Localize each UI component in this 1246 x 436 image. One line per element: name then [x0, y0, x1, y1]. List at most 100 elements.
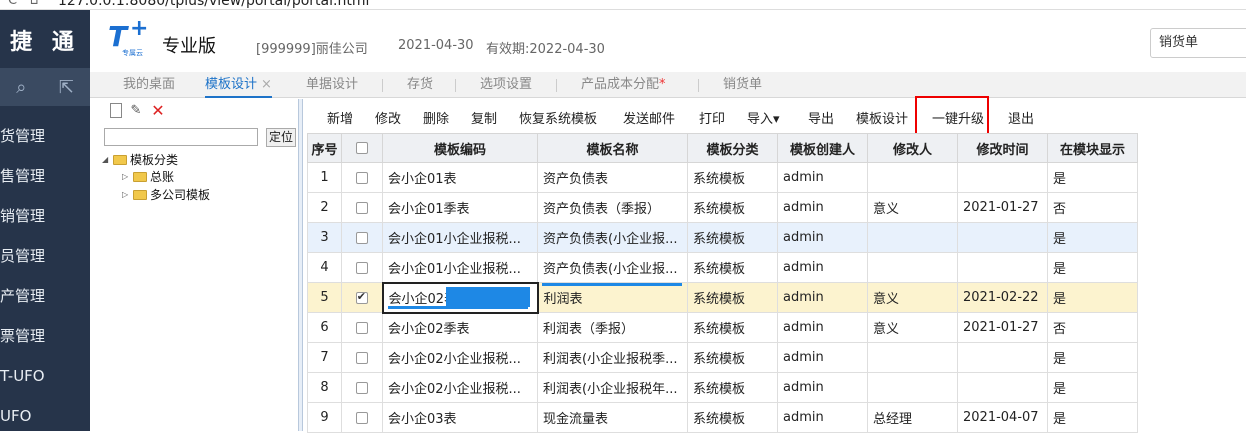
template-name-cell[interactable]: 利润表 [537, 282, 688, 313]
sidebar-item[interactable]: 售管理 [0, 156, 90, 196]
show-in-module-cell[interactable]: 是 [1047, 402, 1138, 433]
send-email-button[interactable]: 发送邮件 [623, 108, 675, 127]
template-name-cell[interactable]: 利润表(小企业报税季... [537, 342, 688, 373]
template-design-button[interactable]: 模板设计 [856, 108, 908, 127]
col-header-show-in-module[interactable]: 在模块显示 [1047, 133, 1138, 163]
template-category-cell[interactable]: 系统模板 [687, 222, 778, 253]
row-checkbox[interactable] [356, 171, 368, 184]
show-in-module-cell[interactable]: 是 [1047, 162, 1138, 193]
template-category-cell[interactable]: 系统模板 [687, 402, 778, 433]
row-checkbox-cell[interactable] [341, 372, 383, 403]
sidebar-item[interactable]: UFO [0, 396, 90, 436]
tab-cost-allocation[interactable]: 产品成本分配* [581, 72, 666, 98]
row-number[interactable]: 2 [307, 192, 342, 223]
template-creator-cell[interactable]: admin [777, 342, 868, 373]
tab-document-design[interactable]: 单据设计 [306, 72, 358, 98]
template-creator-cell[interactable]: admin [777, 402, 868, 433]
print-button[interactable]: 打印 [699, 108, 725, 127]
modified-time-cell[interactable]: 2021-01-27 [957, 312, 1048, 343]
modified-time-cell[interactable] [957, 372, 1048, 403]
template-name-cell[interactable]: 资产负债表（季报） [537, 192, 688, 223]
table-row[interactable]: 2 会小企01季表 资产负债表（季报） 系统模板 admin 意义 2021-01-27 否 [307, 192, 1138, 223]
row-checkbox-cell[interactable] [341, 282, 383, 313]
row-checkbox-cell[interactable] [341, 252, 383, 283]
modifier-cell[interactable]: 总经理 [867, 402, 958, 433]
tab-inventory[interactable]: 存货 [407, 72, 433, 98]
collapse-arrow-icon[interactable]: ▷ [122, 172, 130, 181]
table-row[interactable]: 4 会小企01小企业报税... 资产负债表(小企业报... 系统模板 admin 是 [307, 252, 1138, 283]
template-category-cell[interactable]: 系统模板 [687, 312, 778, 343]
tree-node-root[interactable]: ◢ 模板分类 [102, 151, 178, 168]
template-name-cell[interactable]: 资产负债表(小企业报... [537, 222, 688, 253]
tab-template-design[interactable]: 模板设计 × [205, 72, 272, 98]
modifier-cell[interactable] [867, 252, 958, 283]
modifier-cell[interactable]: 意义 [867, 312, 958, 343]
row-checkbox[interactable] [356, 411, 368, 424]
collapse-arrow-icon[interactable]: ▷ [122, 190, 130, 199]
search-icon[interactable]: ⌕ [16, 77, 26, 98]
table-row[interactable]: 1 会小企01表 资产负债表 系统模板 admin 是 [307, 162, 1138, 193]
show-in-module-cell[interactable]: 否 [1047, 312, 1138, 343]
modifier-cell[interactable] [867, 372, 958, 403]
row-number[interactable]: 6 [307, 312, 342, 343]
row-checkbox[interactable] [356, 261, 368, 274]
row-number[interactable]: 5 [307, 282, 342, 313]
template-code-cell[interactable]: 会小企02小企业报税... [382, 372, 538, 403]
template-category-cell[interactable]: 系统模板 [687, 282, 778, 313]
template-creator-cell[interactable]: admin [777, 192, 868, 223]
row-number[interactable]: 3 [307, 222, 342, 253]
table-row[interactable]: 7 会小企02小企业报税... 利润表(小企业报税季... 系统模板 admin 是 [307, 342, 1138, 373]
address-url[interactable]: 127.0.0.1:8080/tplus/view/portal/portal.… [58, 0, 369, 9]
col-header-no[interactable]: 序号 [307, 133, 342, 163]
show-in-module-cell[interactable]: 是 [1047, 282, 1138, 313]
sidebar-item[interactable]: 票管理 [0, 316, 90, 356]
template-category-cell[interactable]: 系统模板 [687, 372, 778, 403]
row-checkbox[interactable] [356, 351, 368, 364]
row-checkbox[interactable] [356, 381, 368, 394]
row-number[interactable]: 8 [307, 372, 342, 403]
col-header-select[interactable] [341, 133, 383, 163]
show-in-module-cell[interactable]: 否 [1047, 192, 1138, 223]
row-checkbox-cell[interactable] [341, 222, 383, 253]
table-row[interactable]: 6 会小企02季表 利润表（季报） 系统模板 admin 意义 2021-01-27 否 [307, 312, 1138, 343]
template-category-cell[interactable]: 系统模板 [687, 342, 778, 373]
sidebar-item[interactable]: 货管理 [0, 116, 90, 156]
template-name-cell[interactable]: 资产负债表 [537, 162, 688, 193]
row-checkbox-cell[interactable] [341, 192, 383, 223]
col-header-creator[interactable]: 模板创建人 [777, 133, 868, 163]
template-creator-cell[interactable]: admin [777, 282, 868, 313]
select-all-checkbox[interactable] [356, 142, 368, 154]
row-number[interactable]: 4 [307, 252, 342, 283]
locate-button[interactable]: 定位 [266, 128, 296, 147]
template-code-cell[interactable]: 会小企03表 [382, 402, 538, 433]
row-number[interactable]: 1 [307, 162, 342, 193]
template-name-cell[interactable]: 资产负债表(小企业报... [537, 252, 688, 283]
template-category-cell[interactable]: 系统模板 [687, 162, 778, 193]
row-checkbox-cell[interactable] [341, 162, 383, 193]
template-name-cell[interactable]: 利润表(小企业报税年... [537, 372, 688, 403]
modifier-cell[interactable] [867, 342, 958, 373]
template-creator-cell[interactable]: admin [777, 372, 868, 403]
copy-button[interactable]: 复制 [471, 108, 497, 127]
modified-time-cell[interactable] [957, 252, 1048, 283]
template-category-cell[interactable]: 系统模板 [687, 252, 778, 283]
restore-template-button[interactable]: 恢复系统模板 [519, 108, 597, 127]
import-button[interactable]: 导入▾ [747, 108, 780, 127]
sidebar-item[interactable]: 员管理 [0, 236, 90, 276]
expand-arrow-icon[interactable]: ◢ [102, 155, 110, 164]
tree-node-multi-company[interactable]: ▷ 多公司模板 [122, 186, 210, 203]
tree-search-input[interactable] [104, 128, 258, 146]
col-header-code[interactable]: 模板编码 [382, 133, 538, 163]
template-category-cell[interactable]: 系统模板 [687, 192, 778, 223]
modifier-cell[interactable]: 意义 [867, 282, 958, 313]
show-in-module-cell[interactable]: 是 [1047, 252, 1138, 283]
modifier-cell[interactable] [867, 222, 958, 253]
row-checkbox-cell[interactable] [341, 312, 383, 343]
show-in-module-cell[interactable]: 是 [1047, 222, 1138, 253]
modifier-cell[interactable]: 意义 [867, 192, 958, 223]
delete-button[interactable]: 删除 [423, 108, 449, 127]
close-icon[interactable]: × [261, 77, 272, 92]
table-row[interactable]: 8 会小企02小企业报税... 利润表(小企业报税年... 系统模板 admin 是 [307, 372, 1138, 403]
modifier-cell[interactable] [867, 162, 958, 193]
add-button[interactable]: 新增 [327, 108, 353, 127]
